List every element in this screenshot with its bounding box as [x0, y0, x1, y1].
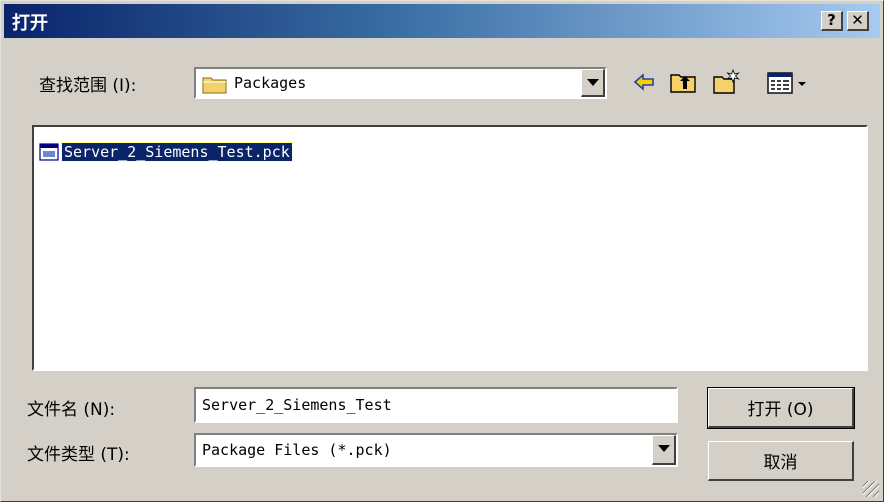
title-bar[interactable]: 打开 ? ✕ [4, 4, 880, 38]
filetype-dropdown-button[interactable] [652, 435, 676, 465]
filetype-combo[interactable]: Package Files (*.pck) [194, 433, 678, 467]
back-arrow-icon[interactable] [629, 67, 659, 97]
close-button[interactable]: ✕ [847, 11, 869, 31]
open-button[interactable]: 打开 (O) [707, 387, 855, 429]
folder-icon [202, 77, 227, 94]
package-file-icon [39, 143, 59, 161]
file-list-item[interactable]: Server_2_Siemens_Test.pck [38, 141, 293, 163]
open-file-dialog: 打开 ? ✕ 查找范围 (I): Packages Server_2_Sieme… [0, 0, 884, 502]
filename-value: Server_2_Siemens_Test [202, 396, 392, 414]
help-button[interactable]: ? [821, 11, 843, 31]
file-list[interactable]: Server_2_Siemens_Test.pck [32, 125, 868, 371]
new-folder-icon[interactable] [711, 67, 741, 97]
lookin-combo[interactable]: Packages [194, 67, 607, 99]
up-folder-icon[interactable] [668, 67, 698, 97]
filetype-value: Package Files (*.pck) [202, 441, 392, 459]
view-menu-icon[interactable] [765, 67, 813, 97]
lookin-label: 查找范围 (I): [39, 76, 137, 96]
lookin-dropdown-button[interactable] [581, 69, 605, 97]
lookin-value: Packages [234, 74, 307, 92]
window-title: 打开 [12, 13, 48, 34]
resize-grip[interactable] [863, 481, 879, 497]
file-name-label: Server_2_Siemens_Test.pck [61, 142, 293, 162]
filetype-label: 文件类型 (T): [27, 445, 130, 465]
cancel-button[interactable]: 取消 [708, 441, 854, 481]
filename-label: 文件名 (N): [27, 400, 116, 420]
filename-input[interactable]: Server_2_Siemens_Test [194, 387, 678, 423]
